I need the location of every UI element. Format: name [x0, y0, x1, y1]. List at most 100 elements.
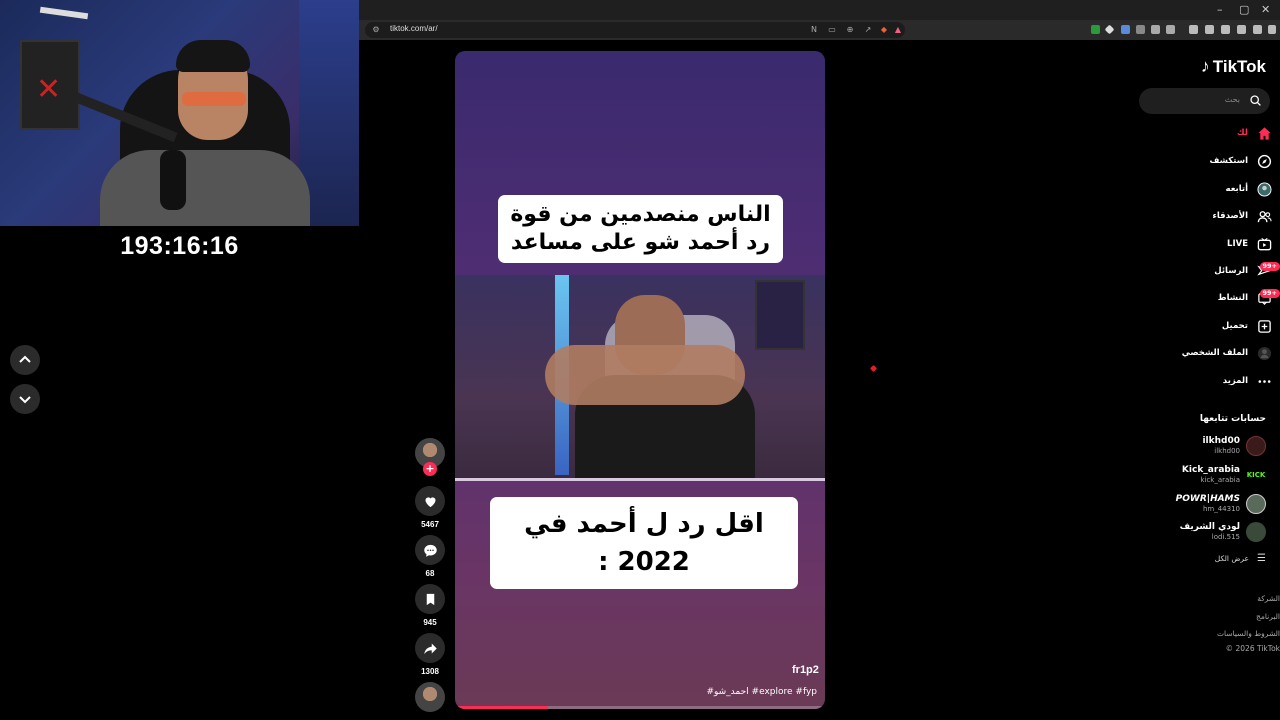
video-caption-top: الناس منصدمين من قوة رد أحمد شو على مساع…	[498, 195, 783, 263]
next-video-button[interactable]	[10, 384, 40, 414]
following-account[interactable]: لودي الشريف lodi.515	[1180, 520, 1266, 544]
following-account[interactable]: KICK Kick_arabia kick_arabia	[1182, 463, 1266, 487]
tiktok-logo[interactable]: ♪ TikTok	[1201, 56, 1266, 77]
site-info-icon[interactable]: ⚙	[371, 25, 381, 35]
video-progress-track[interactable]	[455, 706, 825, 709]
lamp	[39, 6, 89, 20]
media-icon[interactable]	[1189, 25, 1198, 34]
streamer-hair	[176, 40, 250, 72]
extension-a-icon[interactable]	[1151, 25, 1160, 34]
stream-timer: 193:16:16	[120, 232, 239, 260]
menu-upload[interactable]: تحميل	[1222, 316, 1272, 336]
following-avatar-icon	[1256, 181, 1272, 197]
comment-icon	[423, 544, 437, 557]
account-name: Kick_arabia	[1181, 465, 1240, 475]
menu-profile[interactable]: الملف الشخصي	[1182, 343, 1272, 363]
share-icon[interactable]: ↗	[863, 25, 873, 35]
video-player[interactable]: الناس منصدمين من قوة رد أحمد شو على مساع…	[455, 51, 825, 709]
compass-icon	[1257, 154, 1271, 168]
search-placeholder: بحث	[1224, 95, 1240, 104]
extensions-puzzle-icon[interactable]	[1166, 25, 1175, 34]
video-progress-fill	[455, 706, 548, 709]
chevron-up-icon	[19, 355, 31, 363]
title-bar: – ▢ ✕	[359, 0, 1280, 20]
menu-explore[interactable]: استكشف	[1210, 151, 1272, 171]
footer-company-link[interactable]: الشركة	[1257, 594, 1280, 603]
menu-icon[interactable]	[1268, 25, 1276, 34]
messages-badge: 99+	[1259, 262, 1280, 271]
footer-copyright: © 2026 TikTok	[1225, 644, 1280, 653]
more-icon	[1258, 379, 1270, 383]
wallet-icon[interactable]	[1221, 25, 1230, 34]
footer-program-link[interactable]: البرنامج	[1256, 612, 1280, 621]
following-account[interactable]: POWR|HAMS hm_44310	[1176, 492, 1266, 516]
extension-audio-icon[interactable]	[1121, 25, 1130, 34]
video-author[interactable]: fr1p2	[792, 664, 819, 676]
rewards-icon[interactable]: ▲	[893, 25, 903, 35]
microphone	[160, 150, 186, 210]
like-button[interactable]	[415, 486, 445, 516]
sidebar-toggle-icon[interactable]	[1205, 25, 1214, 34]
search-input[interactable]: بحث	[1139, 88, 1270, 114]
friends-icon	[1257, 210, 1272, 222]
upload-icon	[1257, 319, 1271, 333]
vpn-icon[interactable]	[1253, 25, 1262, 34]
comment-button[interactable]	[415, 535, 445, 565]
home-icon	[1257, 126, 1271, 140]
see-all-button[interactable]: ☰ عرض الكل	[1215, 553, 1266, 564]
translate-icon[interactable]: N	[809, 25, 819, 35]
footer-terms-link[interactable]: الشروط والسياسات	[1217, 629, 1280, 638]
browser-window: – ▢ ✕ ⚙ tiktok.com/ar/ N ▭ ⊕ ↗ ◆ ▲ الناس…	[359, 0, 1280, 720]
profile-icon	[1257, 346, 1271, 360]
streamer-glasses	[182, 92, 246, 106]
chevron-down-icon	[19, 396, 31, 404]
share-button[interactable]	[415, 633, 445, 663]
menu-for-you[interactable]: لك	[1237, 123, 1272, 143]
save-button[interactable]	[415, 584, 445, 614]
tiktok-sidebar: ♪ TikTok بحث لك استكشف أتابعه الأصدقاء L…	[1139, 40, 1280, 720]
menu-label: لك	[1236, 128, 1248, 138]
sound-avatar[interactable]	[415, 682, 445, 712]
share-arrow-icon	[423, 643, 437, 654]
address-bar: ⚙ tiktok.com/ar/ N ▭ ⊕ ↗ ◆ ▲	[359, 20, 1280, 40]
cast-icon[interactable]: ▭	[827, 25, 837, 35]
close-window-button[interactable]: ✕	[1261, 3, 1270, 16]
extension-green-icon[interactable]	[1091, 25, 1100, 34]
menu-friends[interactable]: الأصدقاء	[1213, 206, 1272, 226]
video-hashtags[interactable]: #احمد_شو #explore #fyp	[706, 687, 817, 697]
extension-car-icon[interactable]	[1136, 25, 1145, 34]
url-field[interactable]: ⚙ tiktok.com/ar/ N ▭ ⊕ ↗ ◆ ▲	[365, 22, 905, 38]
menu-label: LIVE	[1227, 239, 1248, 249]
heart-icon	[425, 496, 435, 507]
account-handle: hm_44310	[1202, 505, 1240, 513]
menu-live[interactable]: LIVE	[1227, 234, 1272, 254]
minimize-button[interactable]: –	[1217, 3, 1223, 16]
following-account[interactable]: ilkhd00 ilkhd00	[1202, 434, 1266, 458]
comment-count: 68	[425, 569, 435, 578]
live-icon	[1257, 237, 1271, 250]
menu-label: استكشف	[1209, 156, 1248, 166]
url-text: tiktok.com/ar/	[390, 24, 438, 33]
maximize-button[interactable]: ▢	[1239, 3, 1249, 16]
menu-following[interactable]: أتابعه	[1226, 179, 1272, 199]
tiktok-wordmark: TikTok	[1212, 56, 1266, 76]
menu-more[interactable]: المزيد	[1223, 371, 1272, 391]
search-icon	[1250, 95, 1261, 106]
clip-divider	[455, 478, 825, 481]
save-count: 945	[423, 618, 437, 627]
menu-label: الملف الشخصي	[1181, 348, 1248, 358]
streamer-body	[100, 150, 310, 226]
previous-video-button[interactable]	[10, 345, 40, 375]
extension-diamond-icon[interactable]	[1104, 24, 1115, 35]
leo-icon[interactable]	[1237, 25, 1246, 34]
follow-plus-button[interactable]: +	[423, 462, 437, 476]
account-name: ilkhd00	[1202, 436, 1240, 446]
account-avatar	[1246, 522, 1266, 542]
see-all-label: عرض الكل	[1214, 554, 1250, 563]
menu-label: تحميل	[1221, 321, 1248, 331]
bookmark-icon	[426, 593, 434, 605]
kick-logo-avatar: KICK	[1246, 465, 1266, 485]
brave-shield-icon[interactable]: ◆	[879, 25, 889, 35]
zoom-icon[interactable]: ⊕	[845, 25, 855, 35]
like-count: 5467	[421, 520, 439, 529]
